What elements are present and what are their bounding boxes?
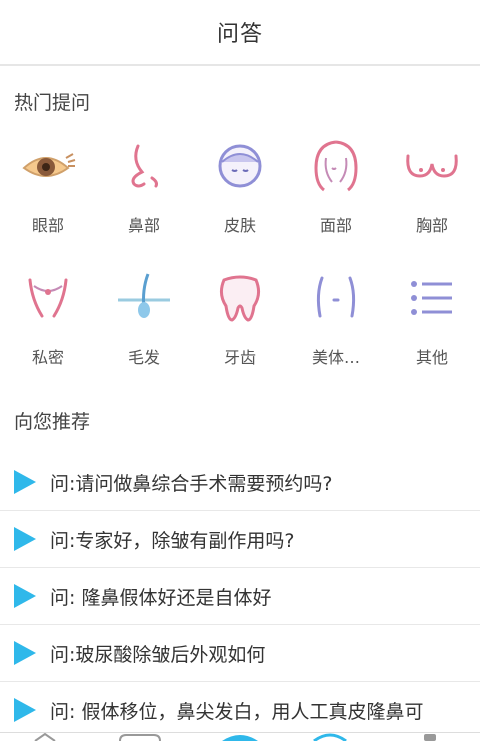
discover-tab-icon[interactable] [312, 726, 348, 745]
recommend-title: 向您推荐 [14, 411, 91, 433]
eye-icon [20, 138, 76, 194]
face-hair-icon [308, 138, 364, 194]
play-triangle-icon [14, 698, 36, 722]
play-triangle-icon [14, 641, 36, 665]
category-nose[interactable]: 鼻部 [96, 138, 192, 236]
question-list: 问:请问做鼻综合手术需要预约吗? 问:专家好，除皱有副作用吗? 问: 隆鼻假体好… [0, 454, 480, 739]
face-skin-icon [212, 138, 268, 194]
category-other[interactable]: 其他 [384, 270, 480, 368]
list-item[interactable]: 问:专家好，除皱有副作用吗? [0, 511, 480, 568]
category-label: 胸部 [415, 216, 448, 235]
category-skin[interactable]: 皮肤 [192, 138, 288, 236]
category-label: 皮肤 [223, 216, 256, 235]
hot-questions-title: 热门提问 [14, 92, 91, 114]
home-tab-icon[interactable] [34, 726, 56, 745]
question-text: 问: 隆鼻假体好还是自体好 [50, 586, 272, 609]
body-icon [308, 270, 364, 326]
category-hair[interactable]: 毛发 [96, 270, 192, 368]
chest-icon [404, 138, 460, 194]
message-tab-icon[interactable] [118, 726, 162, 745]
tooth-icon [212, 270, 268, 326]
nose-icon [116, 138, 172, 194]
category-label: 面部 [319, 216, 352, 235]
category-body[interactable]: 美体… [288, 270, 384, 368]
category-grid: 眼部 鼻部 皮肤 面部 胸部 私密 毛发 牙齿 美体… 其他 [0, 138, 480, 368]
category-tooth[interactable]: 牙齿 [192, 270, 288, 368]
profile-tab-icon[interactable] [422, 726, 438, 745]
list-item[interactable]: 问:玻尿酸除皱后外观如何 [0, 625, 480, 682]
center-tab-icon[interactable] [220, 726, 260, 745]
question-text: 问:请问做鼻综合手术需要预约吗? [50, 472, 333, 495]
category-label: 美体… [311, 348, 360, 367]
page-title: 问答 [216, 22, 263, 47]
category-label: 牙齿 [223, 348, 256, 367]
play-triangle-icon [14, 527, 36, 551]
category-face[interactable]: 面部 [288, 138, 384, 236]
category-eye[interactable]: 眼部 [0, 138, 96, 236]
list-icon [404, 270, 460, 326]
play-triangle-icon [14, 470, 36, 494]
category-chest[interactable]: 胸部 [384, 138, 480, 236]
top-header: 问答 [0, 0, 480, 66]
category-label: 毛发 [127, 348, 160, 367]
question-text: 问: 假体移位，鼻尖发白，用人工真皮隆鼻可 [50, 700, 424, 723]
play-triangle-icon [14, 584, 36, 608]
private-icon [20, 270, 76, 326]
category-label: 私密 [31, 348, 64, 367]
list-item[interactable]: 问: 隆鼻假体好还是自体好 [0, 568, 480, 625]
category-label: 鼻部 [127, 216, 160, 235]
category-private[interactable]: 私密 [0, 270, 96, 368]
category-label: 其他 [415, 348, 448, 367]
list-item[interactable]: 问:请问做鼻综合手术需要预约吗? [0, 454, 480, 511]
question-text: 问:专家好，除皱有副作用吗? [50, 529, 295, 552]
hair-icon [116, 270, 172, 326]
bottom-tab-bar [0, 732, 480, 745]
category-label: 眼部 [31, 216, 64, 235]
question-text: 问:玻尿酸除皱后外观如何 [50, 643, 266, 666]
